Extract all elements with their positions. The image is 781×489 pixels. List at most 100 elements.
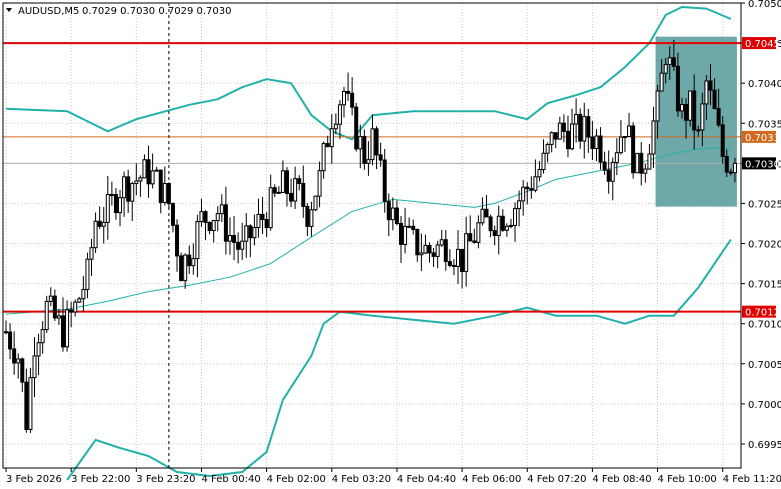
x-tick-label: 4 Feb 03:20 <box>332 474 391 485</box>
candle-body-up <box>688 90 693 121</box>
candle-body-down <box>272 187 277 194</box>
candle-body-up <box>370 128 375 161</box>
candle-body-down <box>382 159 387 202</box>
candle-body-up <box>150 170 155 185</box>
candle-body-up <box>622 135 627 138</box>
chart-header: AUDUSD,M5 0.7029 0.7030 0.7029 0.7030 <box>6 6 232 17</box>
x-tick-label: 3 Feb 23:20 <box>136 474 195 485</box>
candle-body-down <box>407 225 412 228</box>
candle-body-up <box>244 225 249 242</box>
candle-body-up <box>93 220 98 249</box>
candle-body-down <box>606 169 611 182</box>
candle <box>631 122 636 179</box>
x-tick-label: 4 Feb 07:20 <box>527 474 586 485</box>
candle-body-up <box>40 329 45 344</box>
candle-body-down <box>97 220 102 227</box>
x-tick-label: 4 Feb 10:00 <box>658 474 717 485</box>
candle-body-down <box>346 90 351 94</box>
candle-body-up <box>570 123 575 150</box>
candle <box>635 152 640 174</box>
candle-body-up <box>663 63 668 74</box>
y-tick-label: 0.6995 <box>748 440 781 451</box>
highlight-rect <box>655 36 737 207</box>
candle-body-down <box>374 128 379 156</box>
candle-body-down <box>232 235 237 243</box>
candle-body-up <box>85 258 90 290</box>
candle-body-up <box>28 377 33 430</box>
candle-body-down <box>472 240 477 243</box>
candle-body-down <box>631 125 636 174</box>
candle <box>28 367 33 433</box>
candle-body-down <box>20 358 25 383</box>
x-tick-label: 4 Feb 11:20 <box>723 474 781 485</box>
candle-body-down <box>166 182 171 205</box>
candle-body-up <box>122 176 127 199</box>
candle-body-up <box>154 169 159 172</box>
level-label: 0.7030 <box>745 159 780 170</box>
y-tick-label: 0.7035 <box>748 119 781 130</box>
candle-body-down <box>399 223 404 245</box>
candle-body-down <box>447 261 452 266</box>
candle-body-up <box>390 207 395 221</box>
candle-body-up <box>321 143 326 172</box>
candle-body-down <box>378 154 383 161</box>
candle-body-down <box>590 136 595 150</box>
candle-body-up <box>476 222 481 243</box>
candle-body-down <box>411 225 416 231</box>
candle-body-up <box>655 90 660 122</box>
ohlc-values: 0.7029 0.7030 0.7029 0.7030 <box>82 6 232 17</box>
candle-body-down <box>443 239 448 263</box>
candle-body-up <box>130 183 135 202</box>
candle-body-up <box>435 244 440 257</box>
candle-body-down <box>12 348 17 364</box>
candle-body-down <box>639 152 644 174</box>
candle-body-down <box>460 248 465 273</box>
candle-body-up <box>337 104 342 125</box>
candle-body-down <box>223 204 228 242</box>
candle-body-up <box>627 125 632 137</box>
y-tick-label: 0.7005 <box>748 360 781 371</box>
candle-body-down <box>692 90 697 131</box>
candle-body-up <box>496 215 501 236</box>
candle-body-down <box>301 182 306 207</box>
candle <box>354 102 359 152</box>
candle-body-up <box>456 248 461 267</box>
y-tick-label: 0.7010 <box>748 320 781 331</box>
candle-body-up <box>252 227 257 239</box>
candle-body-down <box>284 170 289 194</box>
candle-body-down <box>525 186 530 190</box>
candle-body-up <box>651 120 656 155</box>
candle-body-up <box>521 186 526 202</box>
candle-body-up <box>48 295 53 302</box>
candle-body-down <box>175 224 180 257</box>
candle-body-up <box>309 209 314 227</box>
candle <box>179 252 184 282</box>
candle-body-down <box>586 116 591 138</box>
candle-body-up <box>219 204 224 215</box>
candle-body-down <box>236 241 241 250</box>
candle-body-down <box>708 80 713 91</box>
candle-body-up <box>504 225 509 231</box>
candle-body-up <box>227 235 232 242</box>
candle-body-down <box>126 176 131 202</box>
plot-background <box>3 3 741 468</box>
candle-body-up <box>183 254 188 282</box>
candle-body-up <box>73 301 78 313</box>
candle-body-up <box>16 358 21 364</box>
candle-body-up <box>134 180 139 185</box>
candle-body-down <box>415 229 420 256</box>
price-chart[interactable]: AUDUSD,M5 0.7029 0.7030 0.7029 0.7030 0.… <box>0 0 781 489</box>
candle-body-up <box>313 195 318 211</box>
candle-body-up <box>403 225 408 245</box>
candle-body-down <box>553 132 558 140</box>
candle-body-up <box>118 197 123 214</box>
candle-body-up <box>419 252 424 256</box>
candle-body-down <box>712 89 717 110</box>
y-tick-label: 0.7015 <box>748 280 781 291</box>
candle-body-down <box>24 381 29 430</box>
candle-body-up <box>89 247 94 260</box>
candle-body-up <box>704 80 709 105</box>
candle-body-up <box>696 129 701 132</box>
candle-body-up <box>36 342 41 357</box>
y-tick-label: 0.7000 <box>748 400 781 411</box>
